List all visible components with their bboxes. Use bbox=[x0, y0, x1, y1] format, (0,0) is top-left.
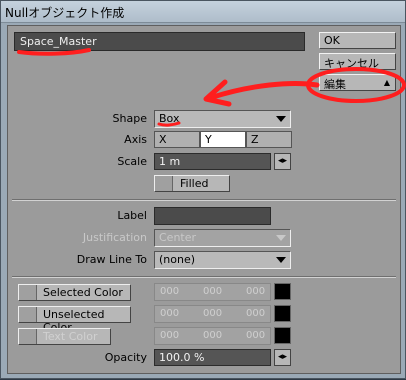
opacity-value: 100.0 % bbox=[159, 351, 205, 364]
text-color-button[interactable]: Text Color bbox=[18, 328, 111, 345]
filled-label: Filled bbox=[180, 177, 209, 190]
selected-color-swatch[interactable] bbox=[274, 283, 291, 300]
selected-color-rgb[interactable]: 000 000 000 bbox=[154, 283, 271, 301]
title-bar: Nullオブジェクト作成 bbox=[1, 1, 405, 23]
selected-color-button[interactable]: Selected Color bbox=[18, 284, 131, 301]
axis-z-label: Z bbox=[251, 133, 259, 146]
ok-button-label: OK bbox=[324, 34, 340, 47]
text-color-b: 000 bbox=[246, 330, 266, 341]
unselected-color-g: 000 bbox=[203, 308, 223, 319]
window-title: Nullオブジェクト作成 bbox=[5, 6, 125, 20]
scale-value: 1 m bbox=[159, 155, 181, 168]
unselected-color-r: 000 bbox=[160, 308, 180, 319]
chevron-down-icon bbox=[276, 257, 286, 263]
ok-button[interactable]: OK bbox=[319, 32, 396, 49]
draw-line-to-label: Draw Line To bbox=[76, 253, 147, 266]
scale-spinner[interactable]: ◂▸ bbox=[274, 153, 291, 170]
unselected-color-button[interactable]: Unselected Color bbox=[18, 306, 131, 334]
null-object-dialog: Nullオブジェクト作成 Space_Master OK キャンセル 編集 ▲ … bbox=[0, 0, 406, 379]
justification-dropdown[interactable]: Center bbox=[154, 229, 291, 247]
label-input[interactable] bbox=[154, 207, 271, 225]
opacity-spinner[interactable]: ◂▸ bbox=[274, 349, 291, 366]
text-color-r: 000 bbox=[160, 330, 180, 341]
opacity-label: Opacity bbox=[104, 351, 147, 364]
unselected-color-swatch[interactable] bbox=[274, 305, 291, 322]
axis-x-label: X bbox=[159, 133, 167, 146]
chevron-down-icon bbox=[276, 235, 286, 241]
scale-label: Scale bbox=[117, 155, 147, 168]
axis-label: Axis bbox=[124, 133, 147, 146]
triangle-up-icon: ▲ bbox=[383, 78, 390, 87]
edit-menu-button[interactable]: 編集 ▲ bbox=[319, 74, 396, 91]
text-color-g: 000 bbox=[203, 330, 223, 341]
filled-checkbox bbox=[155, 176, 173, 191]
text-color-label: Text Color bbox=[43, 330, 98, 343]
text-color-checkbox bbox=[19, 329, 37, 344]
justification-label: Justification bbox=[82, 231, 147, 244]
draw-line-to-dropdown[interactable]: (none) bbox=[154, 251, 291, 269]
opacity-input[interactable]: 100.0 % bbox=[154, 349, 271, 366]
text-color-rgb[interactable]: 000 000 000 bbox=[154, 327, 271, 345]
unselected-color-rgb[interactable]: 000 000 000 bbox=[154, 305, 271, 323]
cancel-button-label: キャンセル bbox=[324, 57, 379, 70]
cancel-button[interactable]: キャンセル bbox=[319, 53, 396, 70]
shape-label: Shape bbox=[112, 112, 147, 125]
selected-color-checkbox bbox=[19, 285, 37, 300]
divider bbox=[12, 199, 396, 201]
selected-color-label: Selected Color bbox=[43, 286, 123, 299]
selected-color-b: 000 bbox=[246, 286, 266, 297]
object-name-field[interactable]: Space_Master bbox=[14, 32, 305, 51]
axis-x-button[interactable]: X bbox=[154, 131, 200, 148]
scale-input[interactable]: 1 m bbox=[154, 153, 271, 170]
label-label: Label bbox=[117, 209, 147, 222]
axis-y-label: Y bbox=[205, 133, 212, 146]
draw-line-to-value: (none) bbox=[159, 253, 196, 266]
unselected-color-b: 000 bbox=[246, 308, 266, 319]
dialog-body: Space_Master OK キャンセル 編集 ▲ Shape Box Axi… bbox=[7, 25, 401, 374]
justification-value: Center bbox=[159, 231, 197, 244]
edit-button-label: 編集 bbox=[324, 78, 346, 91]
axis-y-button[interactable]: Y bbox=[200, 131, 246, 148]
filled-toggle[interactable]: Filled bbox=[154, 175, 230, 192]
shape-value: Box bbox=[159, 112, 180, 125]
divider bbox=[12, 276, 396, 278]
shape-dropdown[interactable]: Box bbox=[154, 110, 291, 128]
selected-color-r: 000 bbox=[160, 286, 180, 297]
axis-z-button[interactable]: Z bbox=[246, 131, 292, 148]
selected-color-g: 000 bbox=[203, 286, 223, 297]
chevron-down-icon bbox=[276, 116, 286, 122]
text-color-swatch[interactable] bbox=[274, 327, 291, 344]
unselected-color-checkbox bbox=[19, 307, 37, 322]
